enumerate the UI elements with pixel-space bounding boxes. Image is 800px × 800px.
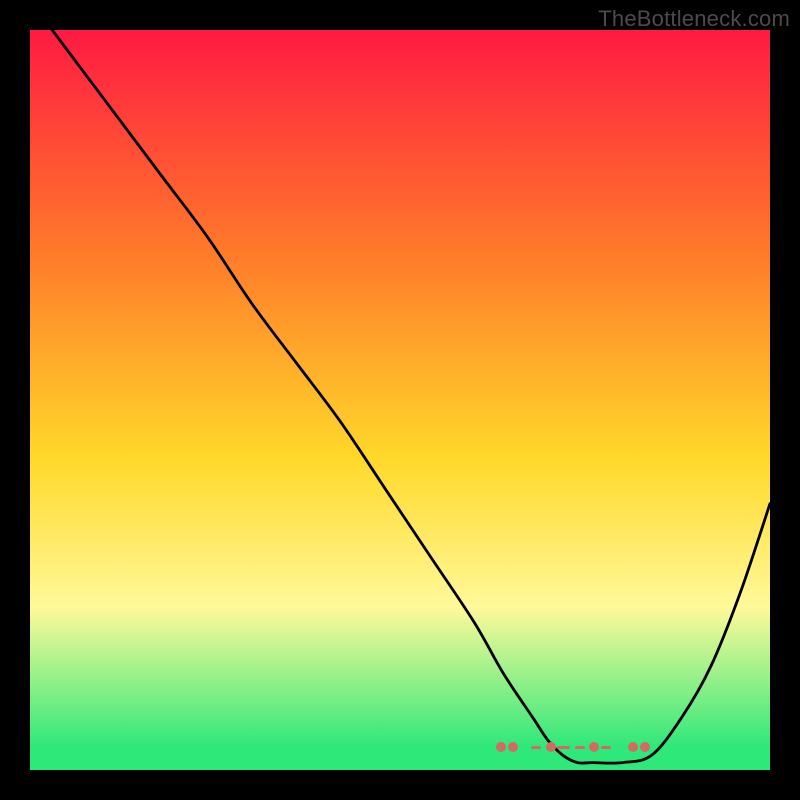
- marker-dash: [557, 746, 570, 749]
- marker-dot: [640, 742, 650, 752]
- watermark-label: TheBottleneck.com: [598, 6, 790, 32]
- marker-dash: [575, 746, 585, 749]
- curve-layer: [30, 30, 770, 770]
- marker-dot: [496, 742, 506, 752]
- marker-dot: [546, 742, 556, 752]
- marker-dot: [628, 742, 638, 752]
- plot-area: [30, 30, 770, 770]
- marker-dash: [601, 746, 611, 749]
- marker-dash: [531, 746, 541, 749]
- marker-dot: [508, 742, 518, 752]
- bottleneck-curve: [30, 30, 770, 763]
- gradient-background: [30, 30, 770, 770]
- marker-dot: [589, 742, 599, 752]
- chart-frame: TheBottleneck.com: [0, 0, 800, 800]
